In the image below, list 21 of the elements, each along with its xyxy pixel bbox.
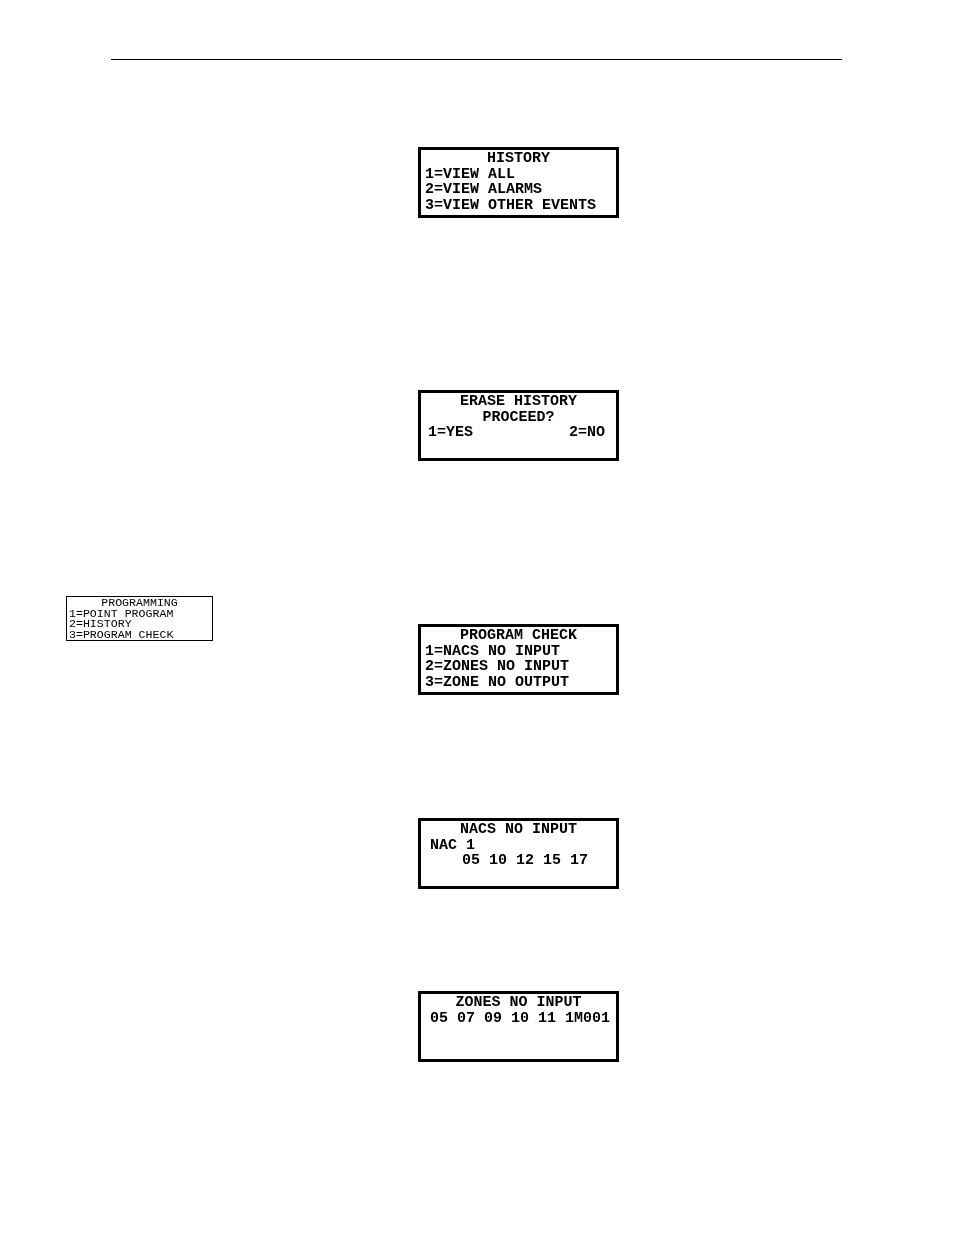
display-title: ERASE HISTORY [460, 394, 577, 410]
menu-option: 1=NACS NO INPUT [425, 643, 561, 660]
display-title: ZONES NO INPUT [455, 995, 582, 1011]
menu-option: 3=PROGRAM CHECK [69, 630, 174, 641]
display-title: PROGRAMMING [101, 598, 178, 609]
menu-option: 2=VIEW ALARMS [425, 182, 543, 198]
menu-option: 2=NO [569, 425, 605, 441]
menu-option: 1=YES [428, 425, 473, 441]
display-text: 05 07 09 10 11 1M001 [430, 1010, 611, 1027]
display-text: NAC 1 [430, 837, 475, 854]
display-title: NACS NO INPUT [460, 822, 577, 838]
menu-option: 3=ZONE NO OUTPUT [425, 674, 570, 691]
menu-option: 3=VIEW OTHER EVENTS [425, 197, 597, 214]
display-title: HISTORY [487, 151, 550, 167]
menu-option: 2=HISTORY [69, 619, 132, 631]
menu-option: 2=ZONES NO INPUT [425, 659, 570, 675]
menu-option: 1=VIEW ALL [425, 166, 515, 183]
display-text: 05 10 12 15 17 [462, 853, 589, 869]
menu-option: 1=POINT PROGRAM [69, 608, 174, 620]
display-title: PROGRAM CHECK [460, 628, 577, 644]
display-title: PROCEED? [482, 409, 555, 426]
